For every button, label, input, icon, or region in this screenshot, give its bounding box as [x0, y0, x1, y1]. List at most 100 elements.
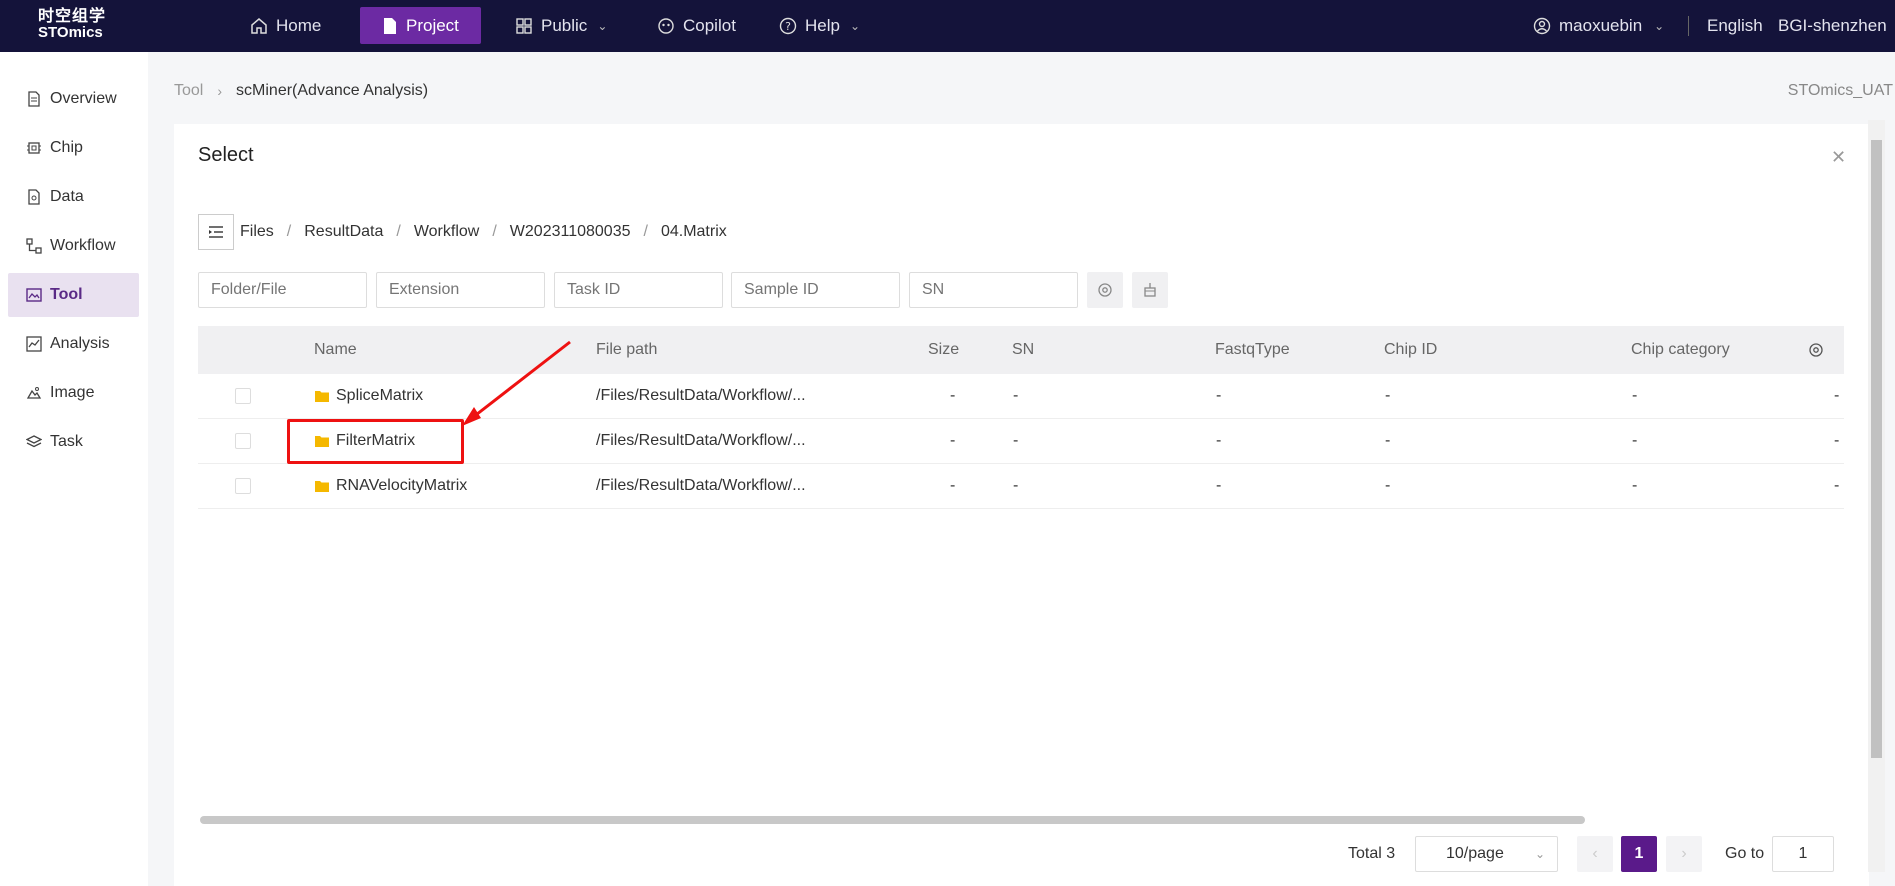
size-cell: - — [950, 477, 956, 494]
col-chip-id[interactable]: Chip ID — [1384, 326, 1437, 374]
svg-text:?: ? — [785, 20, 791, 33]
folder-icon — [315, 481, 329, 492]
search-settings-button[interactable] — [1087, 272, 1123, 308]
image-tool-icon — [26, 288, 42, 302]
page-1-button[interactable]: 1 — [1621, 836, 1657, 872]
col-name[interactable]: Name — [314, 326, 357, 374]
nav-help[interactable]: ? Help ⌄ — [779, 0, 860, 52]
sidebar-item-image[interactable]: Image — [8, 371, 139, 415]
fastq-cell: - — [1216, 432, 1222, 449]
sidebar-item-workflow[interactable]: Workflow — [8, 224, 139, 268]
clear-filter-button[interactable] — [1132, 272, 1168, 308]
col-chip-category[interactable]: Chip category — [1631, 326, 1730, 374]
sidebar: Overview Chip Data Workflow Tool Analysi… — [0, 52, 148, 886]
chip-category-cell: - — [1632, 432, 1638, 449]
table-row[interactable]: RNAVelocityMatrix /Files/ResultData/Work… — [198, 464, 1844, 509]
copilot-icon — [658, 18, 674, 34]
chevron-down-icon: ⌄ — [849, 19, 861, 33]
environment-label: STOmics_UAT — [1787, 82, 1893, 99]
row-checkbox[interactable] — [235, 433, 251, 449]
chevron-down-icon: ⌄ — [1654, 19, 1665, 33]
sample-id-input[interactable] — [731, 272, 900, 308]
column-settings-button[interactable] — [1808, 326, 1824, 374]
path-segment[interactable]: ResultData — [304, 223, 383, 241]
path-segment[interactable]: Files — [240, 223, 274, 241]
analysis-icon — [26, 336, 42, 352]
user-icon — [1533, 17, 1551, 35]
table-row[interactable]: SpliceMatrix /Files/ResultData/Workflow/… — [198, 374, 1844, 419]
file-name-cell[interactable]: RNAVelocityMatrix — [314, 464, 467, 508]
broom-icon — [1144, 283, 1156, 297]
chip-id-cell: - — [1385, 477, 1391, 494]
select-dialog: Select ✕ Files / ResultData / Workflow /… — [174, 124, 1869, 886]
prev-page-button[interactable]: ‹ — [1577, 836, 1613, 872]
file-search-icon — [28, 189, 40, 205]
divider — [1688, 16, 1689, 36]
sidebar-item-data[interactable]: Data — [8, 175, 139, 219]
col-sn[interactable]: SN — [1012, 326, 1034, 374]
path-segment-current: 04.Matrix — [660, 223, 727, 240]
image-icon — [26, 387, 42, 399]
nav-home[interactable]: Home — [250, 0, 321, 52]
breadcrumb-root[interactable]: Tool — [174, 82, 203, 100]
vertical-scrollbar[interactable] — [1868, 120, 1885, 872]
sidebar-item-task[interactable]: Task — [8, 420, 139, 464]
file-name-cell[interactable]: SpliceMatrix — [314, 374, 423, 418]
path-segment[interactable]: Workflow — [414, 223, 480, 241]
layers-icon — [26, 435, 42, 448]
col-size[interactable]: Size — [928, 326, 959, 374]
grid-icon — [516, 18, 532, 34]
sn-cell: - — [1013, 432, 1019, 449]
file-path-cell: /Files/ResultData/Workflow/... — [596, 387, 806, 404]
gear-icon — [1809, 343, 1823, 357]
workflow-icon — [26, 238, 42, 254]
page-size-select[interactable]: 10/page ⌄ — [1415, 836, 1558, 872]
path-segment[interactable]: W202311080035 — [510, 223, 631, 241]
chevron-down-icon: ⌄ — [1534, 847, 1545, 861]
help-icon: ? — [779, 17, 797, 35]
goto-page-input[interactable]: 1 — [1772, 836, 1834, 872]
goto-label: Go to — [1725, 845, 1765, 862]
folder-path: Files / ResultData / Workflow / W2023110… — [198, 214, 727, 250]
horizontal-scrollbar[interactable] — [200, 816, 1585, 824]
sn-cell: - — [1013, 477, 1019, 494]
scrollbar-thumb[interactable] — [1871, 140, 1882, 758]
chevron-right-icon: › — [217, 83, 223, 99]
stomics-logo[interactable]: 时空组学 STOmics — [38, 9, 110, 41]
total-count: Total 3 — [1348, 845, 1396, 862]
file-path-cell: /Files/ResultData/Workflow/... — [596, 477, 806, 494]
sn-input[interactable] — [909, 272, 1078, 308]
nav-copilot[interactable]: Copilot — [657, 0, 736, 52]
region-switch[interactable]: BGI-shenzhen — [1778, 0, 1887, 52]
chip-id-cell: - — [1385, 432, 1391, 449]
extra-cell: - — [1834, 432, 1840, 449]
annotation-highlight-box — [287, 419, 464, 464]
nav-public[interactable]: Public ⌄ — [515, 0, 607, 52]
gear-icon — [1098, 283, 1112, 297]
chip-icon — [27, 142, 41, 154]
folder-icon — [315, 391, 329, 402]
next-page-button[interactable]: › — [1666, 836, 1702, 872]
sidebar-item-overview[interactable]: Overview — [8, 77, 139, 121]
toggle-tree-button[interactable] — [198, 214, 234, 250]
document-icon — [28, 91, 40, 107]
chip-category-cell: - — [1632, 477, 1638, 494]
sidebar-item-tool[interactable]: Tool — [8, 273, 139, 317]
sidebar-item-chip[interactable]: Chip — [8, 126, 139, 170]
extension-input[interactable] — [376, 272, 545, 308]
breadcrumb: Tool › scMiner(Advance Analysis) — [174, 82, 428, 100]
col-file-path[interactable]: File path — [596, 326, 657, 374]
task-id-input[interactable] — [554, 272, 723, 308]
sn-cell: - — [1013, 387, 1019, 404]
col-fastq-type[interactable]: FastqType — [1215, 326, 1290, 374]
document-icon — [384, 17, 396, 34]
language-switch[interactable]: English — [1707, 0, 1763, 52]
sidebar-item-analysis[interactable]: Analysis — [8, 322, 139, 366]
close-icon[interactable]: ✕ — [1831, 147, 1846, 168]
row-checkbox[interactable] — [235, 388, 251, 404]
nav-project[interactable]: Project — [360, 7, 481, 44]
row-checkbox[interactable] — [235, 478, 251, 494]
folder-file-input[interactable] — [198, 272, 367, 308]
user-menu[interactable]: maoxuebin ⌄ — [1533, 0, 1664, 52]
breadcrumb-current: scMiner(Advance Analysis) — [236, 82, 429, 99]
